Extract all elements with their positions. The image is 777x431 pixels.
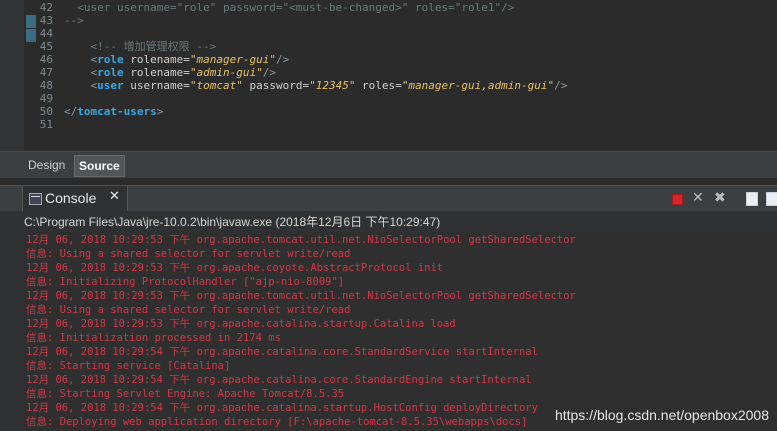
editor-tabs: Design Source [0,151,777,179]
code-line[interactable]: 44 [0,27,777,41]
console-line: 12月 06, 2018 10:29:53 下午 org.apache.tomc… [26,234,576,246]
console-output[interactable]: 12月 06, 2018 10:29:53 下午 org.apache.tomc… [24,232,777,431]
code-token: /> [275,53,290,66]
code-text: --> [64,14,84,28]
code-token: tomcat-users [77,105,157,118]
xml-editor[interactable]: 42 <user username="role" password="<must… [0,0,777,151]
code-line[interactable]: 49 [0,92,777,106]
line-number: 47 [39,66,53,79]
close-icon[interactable]: ✕ [109,189,120,204]
code-line[interactable]: 48 <user username="tomcat" password="123… [0,79,777,93]
console-line: 12月 06, 2018 10:29:54 下午 org.apache.cata… [26,374,532,386]
line-number: 49 [39,92,53,105]
pin-console-icon[interactable] [746,192,758,206]
code-token: "manager-gui,admin-gui" [401,79,555,92]
console-line: 12月 06, 2018 10:29:54 下午 org.apache.cata… [26,346,538,358]
console-line: 信息: Deploying web application directory … [26,416,528,428]
console-line: 信息: Initialization processed in 2174 ms [26,332,281,344]
code-token: "12345" [309,79,356,92]
code-token: < [64,79,98,92]
console-line: 信息: Starting service [Catalina] [26,360,231,372]
code-token: password [242,79,303,92]
code-token: = [183,53,190,66]
code-text: <role rolename="manager-gui"/> [64,53,289,67]
code-text: <!-- 增加管理权限 --> [64,40,216,54]
line-number: 44 [39,27,53,40]
code-text: <user username="role" password="<must-be… [64,1,514,15]
code-token: < [64,66,98,79]
code-token: </ [64,105,78,118]
code-token: username [123,79,184,92]
remove-launch-icon[interactable]: ✕ [692,191,705,205]
line-number: 48 [39,79,53,92]
code-token: /> [262,66,276,79]
code-token: roles [355,79,396,92]
console-view-header: Console ✕ ✕ ✖ [0,185,777,212]
console-line: 信息: Using a shared selector for servlet … [26,248,351,260]
code-line[interactable]: 43 --> [0,14,777,28]
code-line[interactable]: 47 <role rolename="admin-gui"/> [0,66,777,80]
code-token: = [395,79,402,92]
code-token: rolename [123,53,184,66]
line-number: 45 [39,40,53,53]
stop-icon[interactable] [672,194,683,205]
code-token: role [97,66,124,79]
console-line: 12月 06, 2018 10:29:54 下午 org.apache.cata… [26,402,538,414]
code-token: <!-- 增加管理权限 --> [64,40,217,53]
code-line[interactable]: 46 <role rolename="manager-gui"/> [0,53,777,67]
code-token: user [97,79,124,92]
line-number: 46 [39,53,53,66]
tab-source[interactable]: Source [74,155,125,177]
code-token: username [116,1,170,14]
console-line: 12月 06, 2018 10:29:53 下午 org.apache.tomc… [26,290,576,302]
code-line[interactable]: 45 <!-- 增加管理权限 --> [0,40,777,54]
code-token: = [183,79,190,92]
process-info-bar: C:\Program Files\Java\jre-10.0.2\bin\jav… [0,211,777,230]
line-number: 42 [39,1,53,14]
code-line[interactable]: 51 [0,118,777,132]
code-token: "manager-gui" [189,53,276,66]
code-token: "admin-gui" [189,66,263,79]
tab-design[interactable]: Design [24,155,69,175]
code-token: > [156,105,164,118]
line-number: 51 [39,118,53,131]
process-label: C:\Program Files\Java\jre-10.0.2\bin\jav… [24,215,441,229]
console-line: 信息: Using a shared selector for servlet … [26,304,351,316]
code-token: = [183,66,190,79]
view-separator [0,178,777,185]
watermark-text: https://blog.csdn.net/openbox2008 [554,407,769,423]
code-text: </tomcat-users> [64,105,163,119]
code-token: <user [64,1,117,14]
code-token: ="role" password="<must-be-changed>" rol… [169,1,515,14]
code-token: < [64,53,98,66]
console-icon [29,193,42,205]
console-line: 信息: Starting Servlet Engine: Apache Tomc… [26,388,345,400]
code-token: /> [554,79,568,92]
code-line[interactable]: 50 </tomcat-users> [0,105,777,119]
console-line: 信息: Initializing ProtocolHandler ["ajp-n… [26,276,345,288]
code-token: role [97,53,124,66]
console-line: 12月 06, 2018 10:29:53 下午 org.apache.coyo… [26,262,444,274]
tab-console[interactable]: Console ✕ [22,186,128,212]
line-number: 50 [39,105,53,118]
code-text: <user username="tomcat" password="12345"… [64,79,567,93]
remove-all-terminated-icon[interactable]: ✖ [714,191,727,205]
code-line[interactable]: 42 <user username="role" password="<must… [0,1,777,15]
code-token: --> [64,14,84,27]
console-line: 12月 06, 2018 10:29:53 下午 org.apache.cata… [26,318,456,330]
console-left-margin [0,232,24,431]
code-token: rolename [123,66,184,79]
code-text: <role rolename="admin-gui"/> [64,66,276,80]
code-token: "tomcat" [189,79,243,92]
line-number: 43 [39,14,53,27]
display-console-icon[interactable] [766,192,777,206]
console-tab-label: Console [45,190,97,206]
